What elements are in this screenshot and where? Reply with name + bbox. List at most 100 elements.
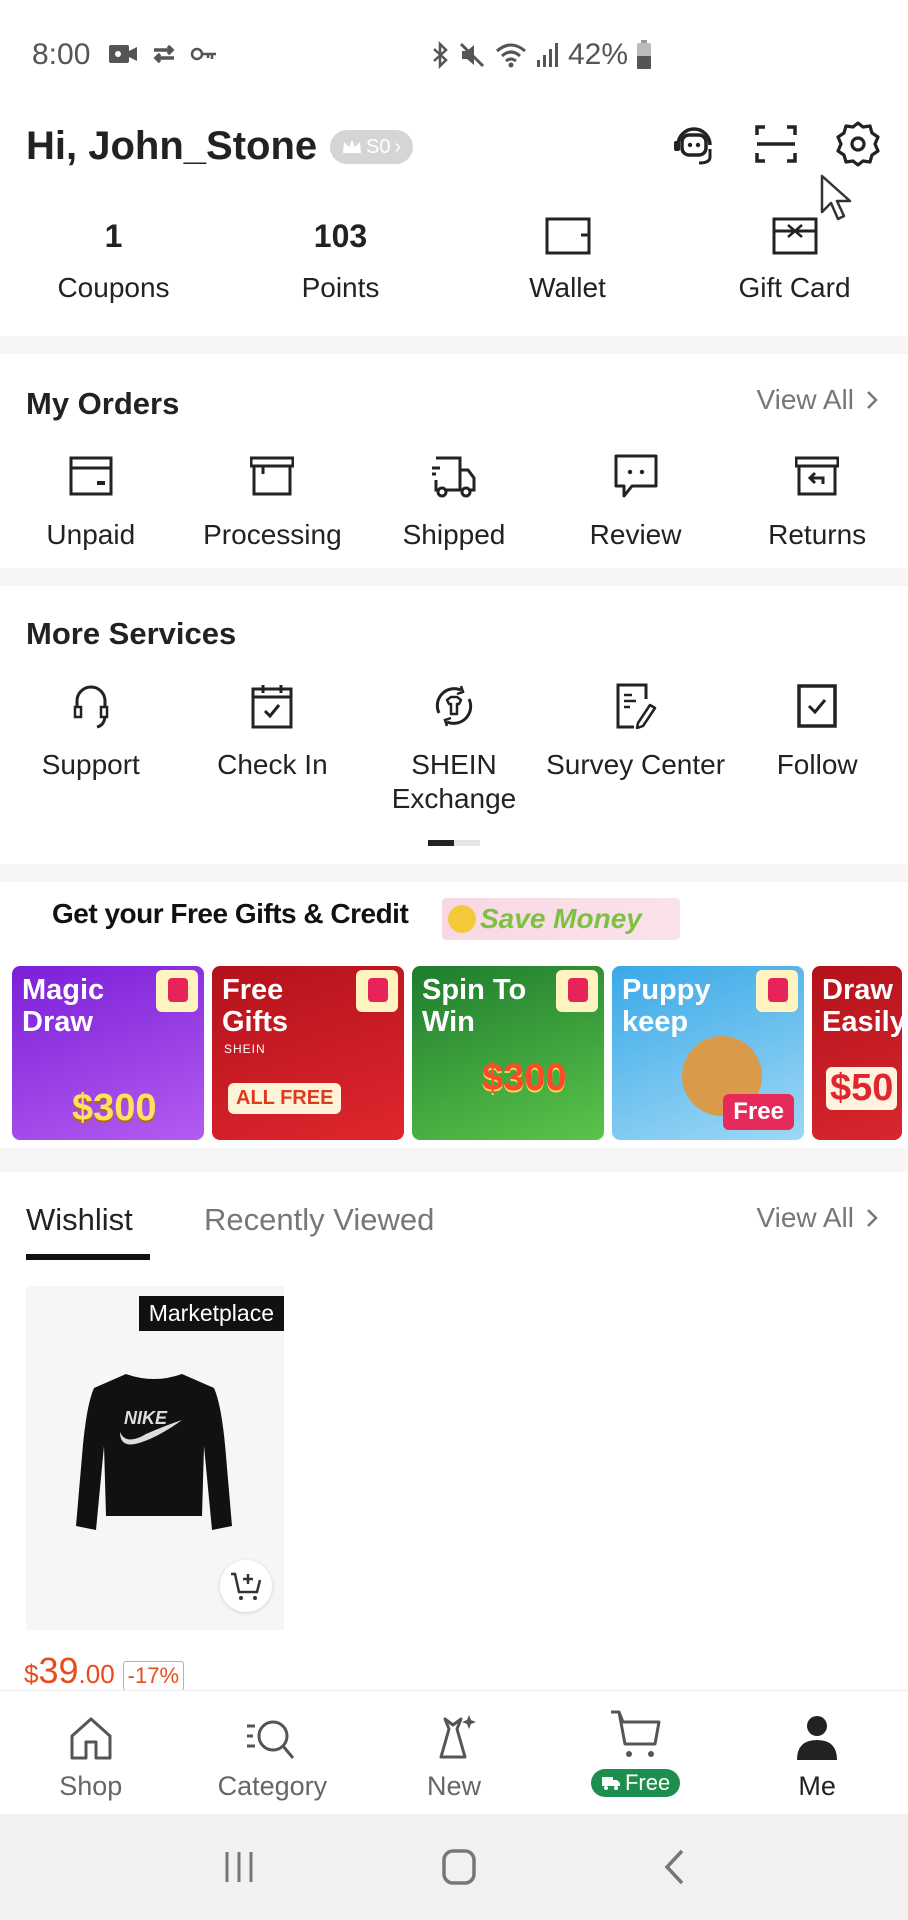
my-orders-section: My Orders View All Unpaid Processing Shi… [0, 354, 908, 568]
view-all-label: View All [756, 384, 854, 415]
service-shein-exchange[interactable]: SHEIN Exchange [363, 680, 545, 816]
promo-title: Get your Free Gifts & Credit [52, 898, 409, 929]
level-label: S0 [366, 135, 391, 158]
status-time: 8:00 [32, 38, 91, 71]
coupons-entry[interactable]: 1 Coupons [0, 212, 227, 336]
gift-card-icon [772, 217, 818, 255]
tab-me[interactable]: Me [726, 1691, 908, 1814]
more-services-section: More Services Support Check In SHEIN Exc… [0, 586, 908, 864]
system-navigation-bar [0, 1814, 908, 1920]
active-tab-indicator [26, 1254, 150, 1260]
greeting-title: Hi, John_Stone [26, 124, 318, 168]
tab-category[interactable]: Category [182, 1691, 364, 1814]
orders-view-all-link[interactable]: View All [756, 384, 878, 416]
points-entry[interactable]: 103 Points [227, 212, 454, 336]
free-shipping-badge: Free [590, 1769, 681, 1797]
settings-icon[interactable] [832, 118, 884, 170]
order-review-label: Review [589, 519, 682, 550]
service-survey-center[interactable]: Survey Center [545, 680, 727, 816]
battery-icon [636, 40, 652, 70]
shipped-icon [430, 454, 478, 498]
promo-card-spin-to-win[interactable]: Spin To Win $300 [412, 966, 604, 1140]
view-all-label: View All [756, 1202, 854, 1233]
tab-new-label: New [426, 1771, 481, 1801]
tab-wishlist[interactable]: Wishlist [26, 1202, 133, 1238]
headset-icon [71, 683, 111, 729]
service-support[interactable]: Support [0, 680, 182, 816]
wallet-icon [545, 217, 591, 255]
price-currency: $ [24, 1659, 39, 1689]
services-page-indicator [428, 840, 480, 846]
home-icon [68, 1716, 114, 1760]
more-services-title: More Services [26, 616, 237, 651]
tab-recently-viewed[interactable]: Recently Viewed [204, 1202, 434, 1238]
save-money-tag: Save Money [442, 898, 680, 940]
service-shein-exchange-label: SHEIN Exchange [391, 749, 517, 814]
order-returns[interactable]: Returns [726, 450, 908, 552]
gift-card-entry[interactable]: Gift Card [681, 212, 908, 336]
customer-service-icon[interactable] [668, 118, 720, 170]
tab-me-label: Me [798, 1771, 836, 1801]
wallet-entry[interactable]: Wallet [454, 212, 681, 336]
order-returns-label: Returns [768, 519, 867, 550]
promo-card-puppy-keep[interactable]: Puppy keep Free [612, 966, 804, 1140]
service-follow[interactable]: Follow [726, 680, 908, 816]
add-to-cart-button[interactable] [220, 1560, 272, 1612]
promo-card-magic-draw[interactable]: Magic Draw $300 [12, 966, 204, 1140]
recent-apps-button[interactable] [222, 1850, 256, 1884]
card-brand: SHEIN [224, 1042, 266, 1056]
save-money-label: Save Money [480, 903, 642, 934]
membership-level-badge[interactable]: S0 › [330, 130, 414, 164]
price-decimal: .00 [78, 1659, 115, 1689]
assets-row: 1 Coupons 103 Points Wallet Gift Card [0, 212, 908, 336]
sync-icon [150, 42, 178, 66]
order-processing[interactable]: Processing [182, 450, 364, 552]
tab-cart[interactable]: Free [545, 1691, 727, 1814]
discount-badge: -17% [122, 1661, 185, 1691]
tab-shop-label: Shop [59, 1771, 123, 1801]
category-search-icon [245, 1716, 299, 1760]
promo-card-free-gifts[interactable]: Free Gifts SHEIN ALL FREE [212, 966, 404, 1140]
card-title: Free Gifts [222, 974, 289, 1038]
tab-shop[interactable]: Shop [0, 1691, 182, 1814]
points-count: 103 [313, 218, 368, 254]
home-button[interactable] [441, 1848, 477, 1886]
promo-card-draw-easily[interactable]: Draw Easily $50 [812, 966, 902, 1140]
follow-icon [797, 684, 837, 728]
crown-icon [342, 139, 362, 155]
chevron-right-icon [866, 1208, 878, 1228]
thumbs-up-icon [356, 970, 398, 1012]
section-divider [0, 864, 908, 882]
order-review[interactable]: Review [545, 450, 727, 552]
order-shipped[interactable]: Shipped [363, 450, 545, 552]
scan-icon[interactable] [750, 118, 802, 170]
order-unpaid[interactable]: Unpaid [0, 450, 182, 552]
battery-percent: 42% [568, 38, 629, 71]
card-value: $300 [482, 1057, 567, 1099]
bottom-tab-bar: Shop Category New Free Me [0, 1690, 908, 1814]
wishlist-tabs: Wishlist Recently Viewed View All [0, 1178, 908, 1260]
gift-card-label: Gift Card [738, 272, 851, 303]
calendar-check-icon [251, 683, 293, 729]
thumbs-up-icon [156, 970, 198, 1012]
thumbs-up-icon [756, 970, 798, 1012]
tab-new[interactable]: New [363, 1691, 545, 1814]
service-check-in-label: Check In [217, 749, 328, 780]
wifi-icon [494, 41, 528, 69]
wallet-label: Wallet [529, 272, 606, 303]
key-icon [190, 45, 218, 63]
cart-plus-icon [229, 1570, 263, 1602]
product-image-sweatshirt: NIKE [76, 1374, 232, 1530]
coupons-count: 1 [104, 218, 123, 254]
section-divider [0, 1148, 908, 1172]
back-button[interactable] [662, 1849, 686, 1885]
service-follow-label: Follow [776, 749, 858, 780]
chevron-right-icon [866, 390, 878, 410]
dress-icon [429, 1713, 479, 1763]
card-title: Draw Easily [822, 974, 902, 1038]
wishlist-view-all-link[interactable]: View All [756, 1202, 878, 1234]
wishlist-product-card[interactable]: Marketplace NIKE [26, 1286, 284, 1630]
coupons-label: Coupons [57, 272, 170, 303]
service-check-in[interactable]: Check In [182, 680, 364, 816]
exchange-icon [431, 683, 477, 729]
